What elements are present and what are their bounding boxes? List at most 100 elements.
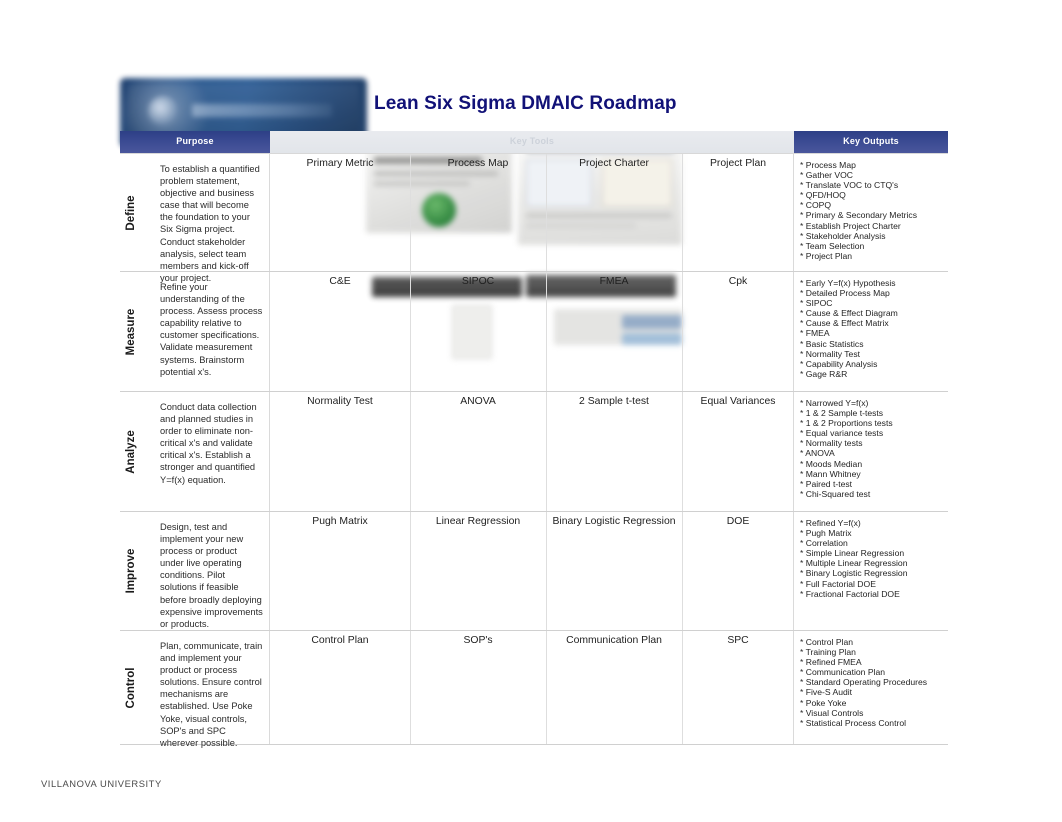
phase-name: Measure — [125, 308, 137, 355]
tool-label: Cpk — [728, 276, 748, 287]
output-item: * Correlation — [800, 538, 848, 549]
output-item: * Chi-Squared test — [800, 488, 871, 499]
purpose-text: Refine your understanding of the process… — [160, 282, 263, 377]
output-item: * Gage R&R — [800, 368, 848, 379]
purpose-cell: Conduct data collection and planned stud… — [142, 392, 270, 511]
output-item: * Five-S Audit — [800, 687, 853, 698]
tool-label: SIPOC — [461, 276, 495, 287]
key-tools-cell: C&E SIPOC FMEA Cpk — [270, 272, 794, 391]
column-header-band: Purpose Key Tools Key Outputs — [120, 131, 948, 153]
output-item: * Capability Analysis — [800, 358, 878, 369]
tool-label: Linear Regression — [435, 516, 521, 527]
output-item: * Multiple Linear Regression — [800, 558, 908, 569]
logo-wordmark — [192, 104, 332, 117]
output-item: * Cause & Effect Diagram — [800, 308, 898, 319]
tool-label: Communication Plan — [566, 635, 662, 646]
output-item: * Refined FMEA — [800, 657, 862, 668]
header-key-outputs: Key Outputs — [794, 131, 948, 153]
tool-label: Normality Test — [307, 396, 373, 407]
logo-seal-icon — [148, 96, 178, 126]
tool-label: FMEA — [599, 276, 629, 287]
output-item: * Poke Yoke — [800, 697, 847, 708]
table-row: Define To establish a quantified problem… — [120, 154, 948, 283]
purpose-text: Design, test and implement your new proc… — [160, 522, 263, 629]
output-item: * Establish Project Charter — [800, 220, 901, 231]
footer-brand: VILLANOVA UNIVERSITY — [41, 778, 162, 789]
key-tools-cell: Normality Test ANOVA 2 Sample t-test Equ… — [270, 392, 794, 511]
tool-label: Binary Logistic Regression — [552, 516, 676, 527]
tool-label: 2 Sample t-test — [579, 396, 649, 407]
page-title: Lean Six Sigma DMAIC Roadmap — [374, 93, 677, 114]
output-item: * Stakeholder Analysis — [800, 230, 886, 241]
output-item: * Process Map — [800, 160, 856, 170]
key-outputs-cell: * Process Map * Gather VOC * Translate V… — [794, 154, 948, 271]
header-purpose-label: Purpose — [176, 136, 214, 146]
output-item: * ANOVA — [800, 448, 835, 459]
output-item: * Simple Linear Regression — [800, 548, 905, 559]
output-item: * Moods Median — [800, 458, 863, 469]
tool-label: Control Plan — [311, 635, 369, 646]
output-item: * Mann Whitney — [800, 468, 861, 479]
header-key-tools: Key Tools — [270, 131, 794, 153]
output-item: * SIPOC — [800, 298, 833, 309]
key-outputs-cell: * Control Plan * Training Plan * Refined… — [794, 631, 948, 744]
tool-label: SPC — [727, 635, 749, 646]
table-row: Improve Design, test and implement your … — [120, 512, 948, 631]
tool-label: ANOVA — [460, 396, 496, 407]
purpose-text: Conduct data collection and planned stud… — [160, 402, 257, 485]
output-item: * Detailed Process Map — [800, 288, 890, 299]
phase-label-cell: Control — [120, 631, 142, 744]
output-item: * Training Plan — [800, 647, 856, 658]
output-item: * Paired t-test — [800, 478, 853, 489]
output-item: * FMEA — [800, 328, 830, 339]
output-item: * Binary Logistic Regression — [800, 568, 908, 579]
tool-label: Project Plan — [709, 158, 767, 169]
purpose-text: Plan, communicate, train and implement y… — [160, 641, 263, 748]
output-item: * Equal variance tests — [800, 428, 884, 439]
output-item: * QFD/HOQ — [800, 190, 846, 201]
phase-label-cell: Define — [120, 154, 142, 271]
phase-label-cell: Measure — [120, 272, 142, 391]
output-item: * Early Y=f(x) Hypothesis — [800, 278, 896, 288]
output-item: * Full Factorial DOE — [800, 578, 876, 589]
table-row: Measure Refine your understanding of the… — [120, 272, 948, 392]
purpose-cell: Refine your understanding of the process… — [142, 272, 270, 391]
tool-label: Process Map — [447, 158, 509, 169]
dmaic-grid: Define To establish a quantified problem… — [120, 153, 948, 748]
key-outputs-cell: * Early Y=f(x) Hypothesis * Detailed Pro… — [794, 272, 948, 391]
output-item: * Cause & Effect Matrix — [800, 318, 889, 329]
output-item: * Basic Statistics — [800, 338, 864, 349]
key-tools-cell: Control Plan SOP's Communication Plan SP… — [270, 631, 794, 744]
phase-name: Improve — [125, 548, 137, 594]
table-row: Control Plan, communicate, train and imp… — [120, 631, 948, 748]
output-item: * 1 & 2 Sample t-tests — [800, 408, 884, 419]
header-key-outputs-label: Key Outputs — [843, 136, 899, 146]
tool-label: C&E — [329, 276, 351, 287]
tool-label: Equal Variances — [700, 396, 776, 407]
tool-label: SOP's — [463, 635, 493, 646]
output-item: * Translate VOC to CTQ's — [800, 180, 899, 191]
tool-label: Pugh Matrix — [312, 516, 368, 527]
phase-name: Define — [125, 194, 137, 231]
output-item: * Team Selection — [800, 240, 865, 251]
output-item: * Standard Operating Procedures — [800, 677, 928, 688]
phase-label-cell: Analyze — [120, 392, 142, 511]
output-item: * Control Plan — [800, 637, 854, 647]
output-item: * Pugh Matrix — [800, 528, 852, 539]
output-item: * Refined Y=f(x) — [800, 518, 861, 528]
output-item: * Gather VOC — [800, 170, 854, 181]
output-item: * Narrowed Y=f(x) — [800, 398, 869, 408]
output-item: * Communication Plan — [800, 667, 886, 678]
key-outputs-cell: * Refined Y=f(x) * Pugh Matrix * Correla… — [794, 512, 948, 630]
output-item: * Normality Test — [800, 348, 861, 359]
key-tools-cell: Pugh Matrix Linear Regression Binary Log… — [270, 512, 794, 630]
output-item: * Project Plan — [800, 250, 853, 261]
output-item: * Visual Controls — [800, 707, 864, 718]
purpose-cell: To establish a quantified problem statem… — [142, 154, 270, 283]
header-key-tools-label: Key Tools — [509, 136, 555, 146]
tool-label: DOE — [726, 516, 750, 527]
output-item: * Normality tests — [800, 438, 863, 449]
purpose-cell: Design, test and implement your new proc… — [142, 512, 270, 630]
purpose-text: To establish a quantified problem statem… — [160, 164, 260, 283]
key-tools-cell: Primary Metric Process Map Project Chart… — [270, 154, 794, 271]
